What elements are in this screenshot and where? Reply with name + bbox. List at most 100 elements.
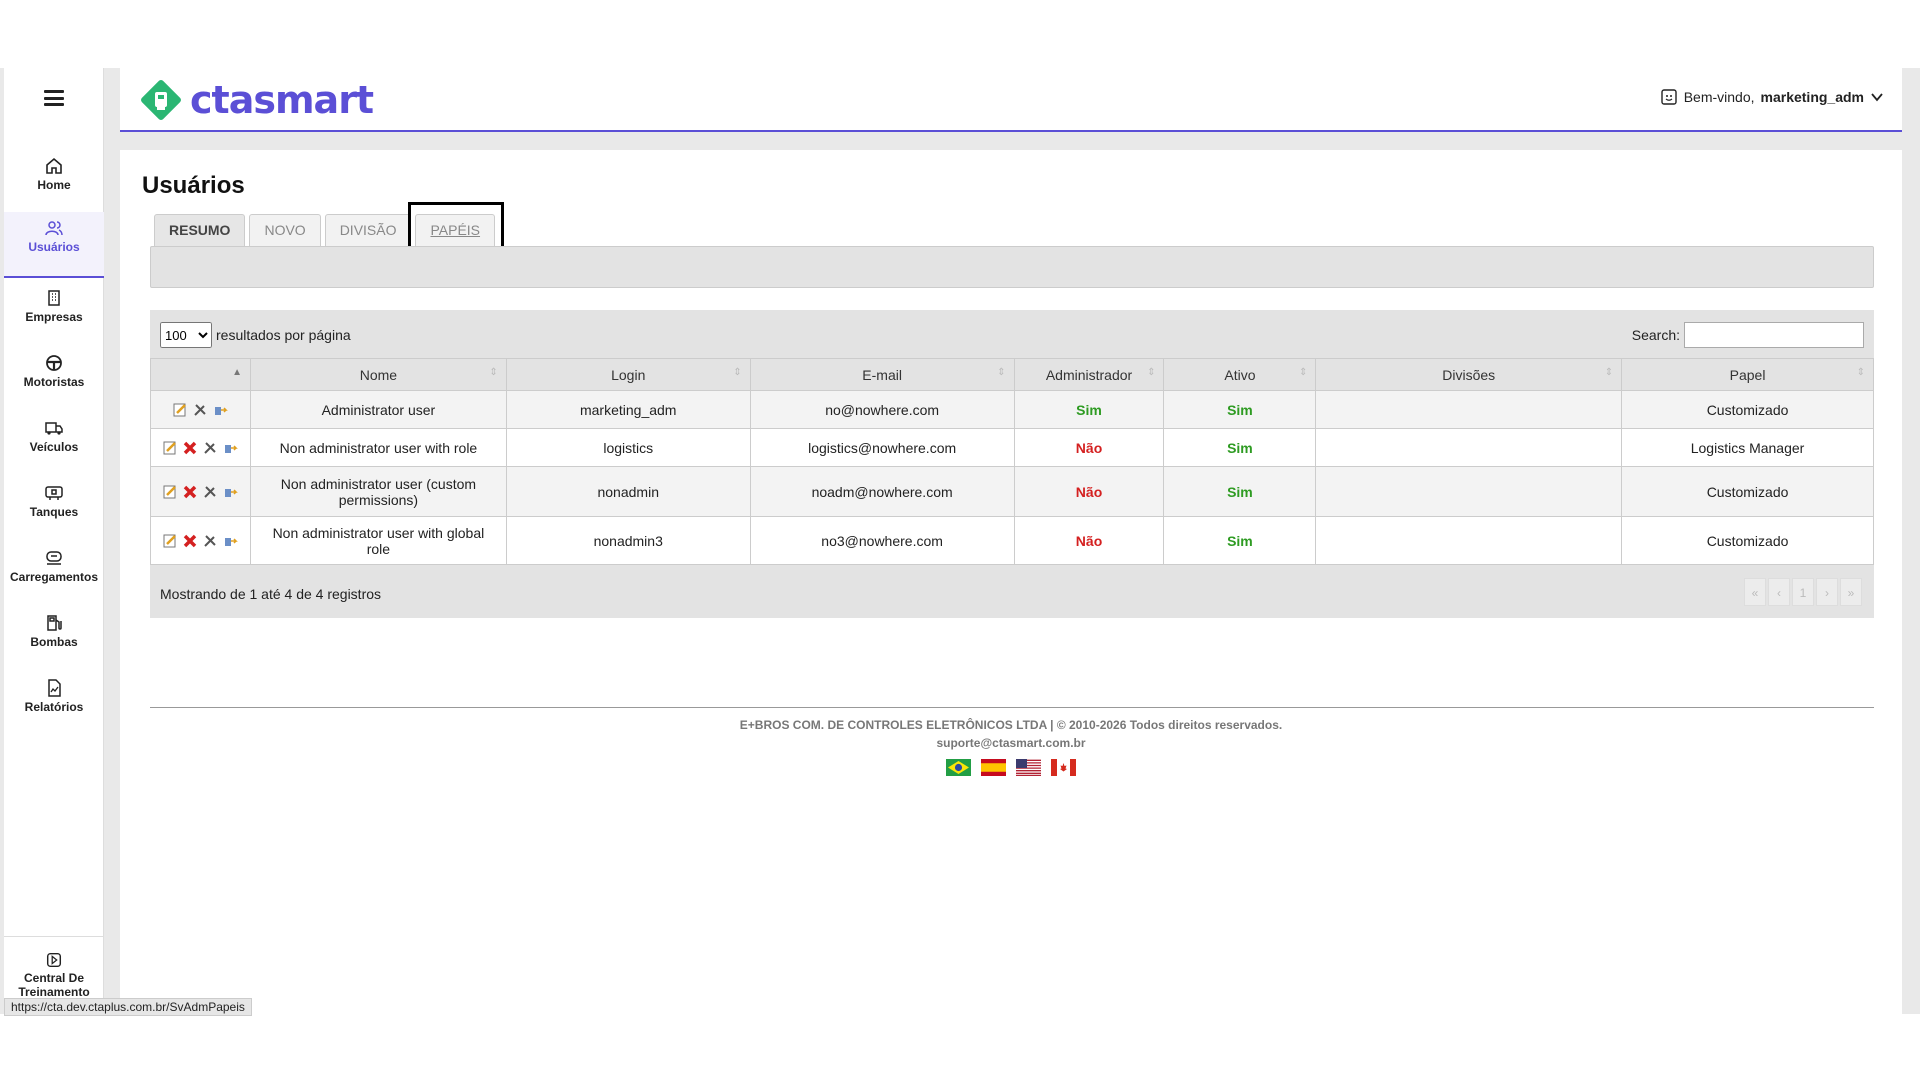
canada-flag-icon[interactable] (1051, 759, 1076, 776)
page-length-control: 100 resultados por página (160, 322, 351, 348)
sidebar-item-carregamentos[interactable]: Carregamentos (4, 542, 104, 602)
chevron-down-icon (1871, 93, 1883, 102)
home-icon (46, 157, 62, 174)
building-icon (48, 290, 60, 306)
ctasmart-logo[interactable]: ctasmart (138, 77, 374, 123)
sidebar-item-home[interactable]: Home (4, 150, 104, 210)
page-title: Usuários (142, 172, 245, 199)
column-header-actions[interactable]: ▲ (150, 358, 251, 391)
pager-first[interactable]: « (1744, 578, 1766, 606)
delete-icon[interactable] (182, 440, 198, 456)
menu-toggle-icon[interactable] (44, 90, 64, 106)
usa-flag-icon[interactable] (1016, 759, 1041, 776)
footer-copyright: E+BROS COM. DE CONTROLES ELETRÔNICOS LTD… (739, 718, 1283, 732)
logo-icon (141, 80, 181, 120)
column-header-administrador[interactable]: Administrador ⇕ (1013, 358, 1165, 391)
table-row: Administrator user marketing_adm no@nowh… (150, 390, 1874, 429)
table-row: Non administrator user (custom permissio… (150, 466, 1874, 517)
pagination: « ‹ 1 › » (1744, 578, 1862, 606)
delete-icon[interactable] (182, 484, 198, 500)
page-length-label: resultados por página (216, 327, 351, 343)
column-header-ativo[interactable]: Ativo ⇕ (1163, 358, 1317, 391)
sidebar-item-relatorios[interactable]: Relatórios (4, 672, 104, 732)
top-header: ctasmart Bem-vindo, marketing_adm (120, 68, 1902, 132)
user-menu[interactable]: Bem-vindo, marketing_adm (1660, 88, 1884, 106)
sidebar-item-usuarios[interactable]: Usuários (4, 212, 104, 278)
sidebar-item-label: Motoristas (23, 375, 85, 389)
sidebar-item-label: Tanques (29, 505, 79, 519)
tools-icon[interactable] (192, 402, 208, 418)
pager-prev[interactable]: ‹ (1768, 578, 1790, 606)
edit-icon[interactable] (162, 533, 178, 549)
pager-page-1[interactable]: 1 (1792, 578, 1814, 606)
sidebar-item-veiculos[interactable]: Veículos (4, 412, 104, 472)
status-bar-url: https://cta.dev.ctaplus.com.br/SvAdmPape… (4, 998, 252, 1016)
users-table-container: 100 resultados por página Search: ▲ Nome… (150, 310, 1874, 618)
footer-support-email[interactable]: suporte@ctasmart.com.br (120, 736, 1902, 750)
steering-wheel-icon (46, 355, 62, 371)
sidebar-item-tanques[interactable]: Tanques (4, 477, 104, 537)
users-icon (45, 221, 63, 236)
edit-icon[interactable] (162, 440, 178, 456)
pager-last[interactable]: » (1840, 578, 1862, 606)
sidebar-item-label: Central De Treinamento (18, 971, 90, 997)
main-content: Usuários RESUMO NOVO DIVISÃO PAPÉIS 100 … (120, 150, 1902, 1014)
language-flags (946, 759, 1076, 776)
logo-text: ctasmart (190, 78, 374, 122)
sidebar-item-label: Carregamentos (9, 570, 99, 584)
footer-divider (150, 707, 1874, 708)
username: marketing_adm (1760, 89, 1864, 105)
column-header-login[interactable]: Login ⇕ (505, 358, 751, 391)
sidebar-item-bombas[interactable]: Bombas (4, 607, 104, 667)
column-header-nome[interactable]: Nome ⇕ (249, 358, 507, 391)
delete-icon[interactable] (182, 533, 198, 549)
column-header-papel[interactable]: Papel ⇕ (1621, 358, 1874, 391)
tab-resumo[interactable]: RESUMO (154, 214, 246, 246)
tools-icon[interactable] (202, 533, 218, 549)
table-info: Mostrando de 1 até 4 de 4 registros (160, 586, 382, 602)
search-label: Search: (1631, 327, 1680, 343)
permissions-icon[interactable] (212, 402, 229, 418)
welcome-prefix: Bem-vindo, (1683, 89, 1755, 105)
search-control: Search: (1632, 322, 1864, 348)
users-table: ▲ Nome ⇕ Login ⇕ E-mail ⇕ Administrador ⇕ At… (150, 358, 1874, 565)
tab-papeis[interactable]: PAPÉIS (415, 214, 496, 246)
play-icon (46, 952, 62, 968)
tools-icon[interactable] (202, 484, 218, 500)
tab-novo[interactable]: NOVO (249, 214, 321, 246)
sidebar-item-empresas[interactable]: Empresas (4, 282, 104, 342)
table-row: Non administrator user with global role … (150, 516, 1874, 565)
pager-next[interactable]: › (1816, 578, 1838, 606)
table-header-row: ▲ Nome ⇕ Login ⇕ E-mail ⇕ Administrador ⇕ At… (150, 358, 1874, 391)
column-header-email[interactable]: E-mail ⇕ (749, 358, 1015, 391)
sidebar-item-label: Usuários (28, 240, 80, 254)
table-row: Non administrator user with role logisti… (150, 428, 1874, 467)
permissions-icon[interactable] (222, 440, 239, 456)
user-badge-icon (1661, 89, 1677, 105)
loading-icon (46, 551, 62, 565)
sidebar: Home Usuários Empresas Motoristas Veícul… (4, 68, 104, 1014)
column-header-divisoes[interactable]: Divisões ⇕ (1315, 358, 1623, 391)
edit-icon[interactable] (172, 402, 188, 418)
edit-icon[interactable] (162, 484, 178, 500)
page-length-select[interactable]: 100 (160, 322, 212, 348)
sidebar-item-motoristas[interactable]: Motoristas (4, 347, 104, 407)
tab-bar: RESUMO NOVO DIVISÃO PAPÉIS (154, 214, 496, 246)
tools-icon[interactable] (202, 440, 218, 456)
sidebar-item-label: Bombas (30, 635, 78, 649)
sidebar-item-label: Empresas (25, 310, 83, 324)
permissions-icon[interactable] (222, 533, 239, 549)
sidebar-item-label: Veículos (29, 440, 79, 454)
search-input[interactable] (1684, 322, 1864, 348)
spain-flag-icon[interactable] (981, 759, 1006, 776)
sidebar-item-label: Home (37, 178, 71, 192)
truck-icon (45, 422, 63, 435)
sidebar-item-label: Relatórios (24, 700, 84, 714)
brazil-flag-icon[interactable] (946, 759, 971, 776)
tab-panel (150, 246, 1874, 288)
tank-icon (45, 486, 63, 500)
report-icon (48, 679, 61, 697)
fuel-pump-icon (47, 615, 62, 631)
permissions-icon[interactable] (222, 484, 239, 500)
tab-divisao[interactable]: DIVISÃO (324, 214, 412, 246)
